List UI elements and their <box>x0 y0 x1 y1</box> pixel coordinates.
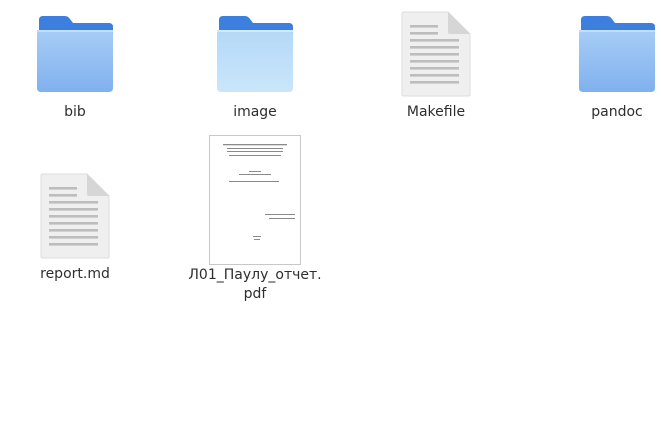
file-item-makefile[interactable]: Makefile <box>361 0 511 130</box>
file-grid-view: bib image Makefile pandoc report.md Л01_… <box>0 0 661 438</box>
folder-item-bib[interactable]: bib <box>0 0 150 130</box>
folder-label-image: image <box>233 104 277 120</box>
file-label-makefile: Makefile <box>406 104 466 120</box>
pdf-thumbnail-icon <box>180 130 330 270</box>
folder-item-image[interactable]: image <box>180 0 330 130</box>
file-label-pdf-report: Л01_Паулу_отчет. pdf <box>188 267 322 302</box>
file-label-report-md: report.md <box>40 266 110 282</box>
folder-label-pandoc: pandoc <box>591 104 643 120</box>
folder-label-bib: bib <box>64 104 86 120</box>
file-item-report-md[interactable]: report.md <box>0 162 150 292</box>
folder-item-pandoc[interactable]: pandoc <box>542 0 661 130</box>
file-item-pdf-report[interactable]: Л01_Паулу_отчет. pdf <box>180 130 330 305</box>
